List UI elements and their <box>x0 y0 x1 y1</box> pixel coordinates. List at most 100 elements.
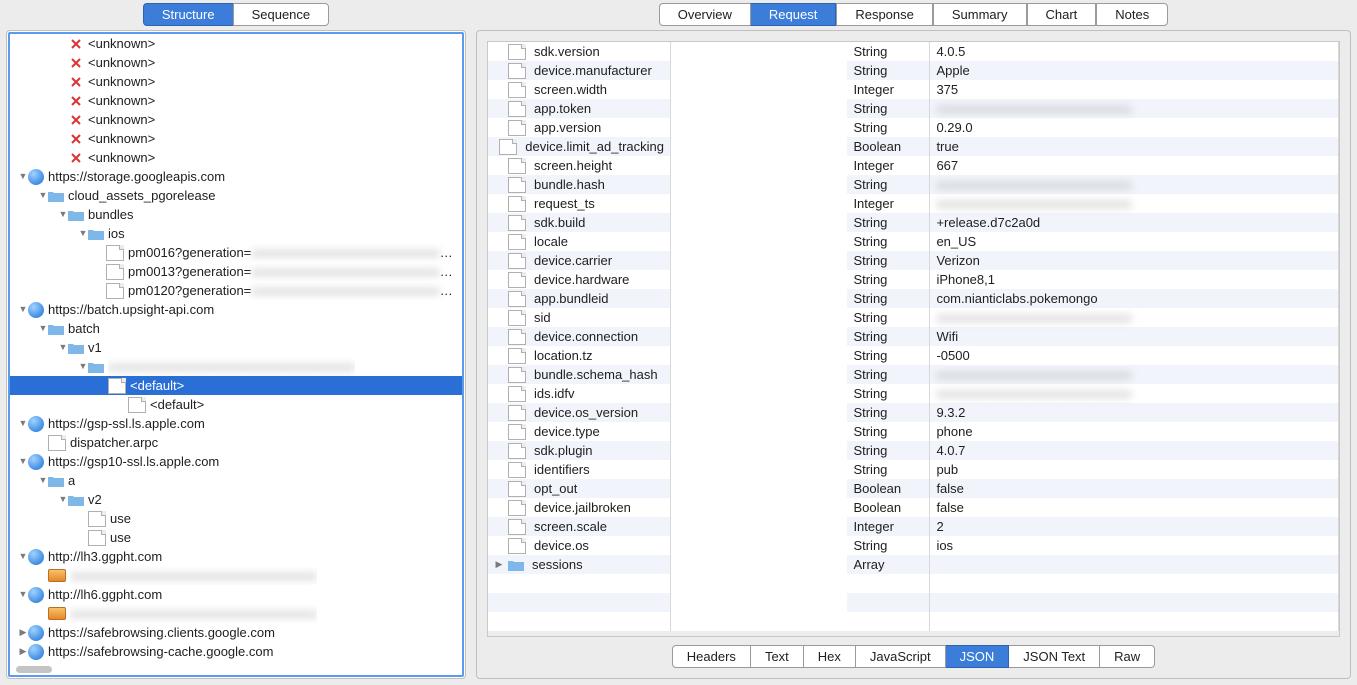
json-row[interactable]: device.jailbrokenBooleanfalse <box>488 498 1339 517</box>
json-row[interactable]: localeStringen_US <box>488 232 1339 251</box>
json-row[interactable]: bundle.hashStringxxxxxxxxxxxxxxxxxxxxxxx… <box>488 175 1339 194</box>
json-row[interactable]: ids.idfvStringxxxxxxxxxxxxxxxxxxxxxxxxxx… <box>488 384 1339 403</box>
tree-row[interactable]: v1 <box>10 338 462 357</box>
json-row[interactable]: device.carrierStringVerizon <box>488 251 1339 270</box>
json-row[interactable]: screen.heightInteger667 <box>488 156 1339 175</box>
tree-row[interactable]: xxxxxxxxxxxxxxxxxxxxxxxxxxxxxxxxxxxxxx <box>10 357 462 376</box>
disclosure-arrow-icon[interactable] <box>18 547 28 566</box>
disclosure-arrow-icon[interactable] <box>58 338 68 357</box>
tree-row[interactable]: xxxxxxxxxxxxxxxxxxxxxxxxxxxxxxxxxxxxxx <box>10 604 462 623</box>
json-row[interactable]: device.connectionStringWifi <box>488 327 1339 346</box>
tab-overview[interactable]: Overview <box>659 3 750 26</box>
json-row[interactable]: device.typeStringphone <box>488 422 1339 441</box>
tab-request[interactable]: Request <box>750 3 836 26</box>
tree-row[interactable]: a <box>10 471 462 490</box>
tree-row[interactable]: pm0120?generation=xxxxxxxxxxxxxxxxxxxxxx… <box>10 281 462 300</box>
tab-sequence[interactable]: Sequence <box>233 3 330 26</box>
tree-row[interactable]: <unknown> <box>10 72 462 91</box>
json-row[interactable]: identifiersStringpub <box>488 460 1339 479</box>
tab-structure[interactable]: Structure <box>143 3 233 26</box>
json-row[interactable]: opt_outBooleanfalse <box>488 479 1339 498</box>
disclosure-arrow-icon[interactable] <box>78 224 88 243</box>
json-row[interactable]: sdk.buildString+release.d7c2a0d <box>488 213 1339 232</box>
tree-row[interactable]: use <box>10 528 462 547</box>
json-table[interactable]: sdk.versionString4.0.5device.manufacture… <box>487 41 1340 637</box>
bottom-tab-text[interactable]: Text <box>751 645 804 668</box>
disclosure-arrow-icon[interactable] <box>18 585 28 604</box>
tree-row[interactable]: <unknown> <box>10 129 462 148</box>
bottom-tab-headers[interactable]: Headers <box>672 645 751 668</box>
tab-summary[interactable]: Summary <box>933 3 1027 26</box>
json-row[interactable]: sidStringxxxxxxxxxxxxxxxxxxxxxxxxxxxxxx <box>488 308 1339 327</box>
disclosure-arrow-icon[interactable] <box>78 357 88 376</box>
json-row[interactable]: request_tsIntegerxxxxxxxxxxxxxxxxxxxxxxx… <box>488 194 1339 213</box>
tab-response[interactable]: Response <box>836 3 933 26</box>
bottom-tab-hex[interactable]: Hex <box>804 645 856 668</box>
tree-row[interactable]: bundles <box>10 205 462 224</box>
tree-row[interactable]: <default> <box>10 395 462 414</box>
tab-chart[interactable]: Chart <box>1027 3 1097 26</box>
disclosure-arrow-icon[interactable] <box>18 414 28 433</box>
file-icon <box>508 272 526 288</box>
disclosure-arrow-icon[interactable] <box>18 452 28 471</box>
scrollbar-horizontal[interactable] <box>16 666 52 673</box>
json-row[interactable]: app.bundleidStringcom.nianticlabs.pokemo… <box>488 289 1339 308</box>
json-row[interactable]: device.os_versionString9.3.2 <box>488 403 1339 422</box>
json-row[interactable]: device.manufacturerStringApple <box>488 61 1339 80</box>
disclosure-arrow-icon[interactable] <box>58 205 68 224</box>
disclosure-arrow-icon[interactable] <box>18 300 28 319</box>
tree-row[interactable]: https://batch.upsight-api.com <box>10 300 462 319</box>
tree-row[interactable]: <default> <box>10 376 462 395</box>
tree-row[interactable]: cloud_assets_pgorelease <box>10 186 462 205</box>
json-row[interactable]: device.osStringios <box>488 536 1339 555</box>
tree-row[interactable]: batch <box>10 319 462 338</box>
disclosure-arrow-icon[interactable] <box>38 186 48 205</box>
tree-row[interactable]: <unknown> <box>10 34 462 53</box>
bottom-tab-json_text[interactable]: JSON Text <box>1009 645 1100 668</box>
tree-row[interactable]: <unknown> <box>10 91 462 110</box>
disclosure-arrow-icon[interactable] <box>38 471 48 490</box>
json-row[interactable]: screen.widthInteger375 <box>488 80 1339 99</box>
disclosure-arrow-icon <box>58 129 68 148</box>
tree-row[interactable]: v2 <box>10 490 462 509</box>
disclosure-arrow-icon[interactable] <box>18 167 28 186</box>
bottom-tab-json[interactable]: JSON <box>946 645 1010 668</box>
tree-row[interactable]: pm0013?generation=xxxxxxxxxxxxxxxxxxxxxx… <box>10 262 462 281</box>
tree-row[interactable]: https://safebrowsing-cache.google.com <box>10 642 462 661</box>
tree-row[interactable]: <unknown> <box>10 53 462 72</box>
tree-row[interactable]: https://safebrowsing.clients.google.com <box>10 623 462 642</box>
json-row[interactable]: app.versionString0.29.0 <box>488 118 1339 137</box>
json-row[interactable]: device.limit_ad_trackingBooleantrue <box>488 137 1339 156</box>
tree-row[interactable]: https://gsp10-ssl.ls.apple.com <box>10 452 462 471</box>
disclosure-arrow-icon[interactable] <box>18 623 28 642</box>
json-row[interactable]: screen.scaleInteger2 <box>488 517 1339 536</box>
json-row[interactable]: sdk.pluginString4.0.7 <box>488 441 1339 460</box>
json-row[interactable]: device.hardwareStringiPhone8,1 <box>488 270 1339 289</box>
tree-row-label: <unknown> <box>88 91 155 110</box>
disclosure-arrow-icon[interactable] <box>38 319 48 338</box>
tree-row[interactable]: http://lh6.ggpht.com <box>10 585 462 604</box>
disclosure-arrow-icon[interactable] <box>58 490 68 509</box>
bottom-tab-javascript[interactable]: JavaScript <box>856 645 946 668</box>
bottom-tab-raw[interactable]: Raw <box>1100 645 1155 668</box>
tab-notes[interactable]: Notes <box>1096 3 1168 26</box>
tree-row[interactable]: https://gsp-ssl.ls.apple.com <box>10 414 462 433</box>
tree-row[interactable]: pm0016?generation=xxxxxxxxxxxxxxxxxxxxxx… <box>10 243 462 262</box>
tree-row[interactable]: <unknown> <box>10 110 462 129</box>
tree-row[interactable]: http://lh3.ggpht.com <box>10 547 462 566</box>
tree-row[interactable]: ios <box>10 224 462 243</box>
disclosure-arrow-icon[interactable]: ▶ <box>494 559 504 570</box>
json-row[interactable]: bundle.schema_hashStringxxxxxxxxxxxxxxxx… <box>488 365 1339 384</box>
json-row[interactable]: ▶sessionsArray <box>488 555 1339 574</box>
tree-row[interactable]: use <box>10 509 462 528</box>
structure-tree[interactable]: <unknown> <unknown> <unknown> <unknown> … <box>8 32 464 677</box>
tree-row[interactable]: xxxxxxxxxxxxxxxxxxxxxxxxxxxxxxxxxxxxxx <box>10 566 462 585</box>
json-row[interactable]: location.tzString-0500 <box>488 346 1339 365</box>
json-row[interactable]: app.tokenStringxxxxxxxxxxxxxxxxxxxxxxxxx… <box>488 99 1339 118</box>
tree-row[interactable]: https://storage.googleapis.com <box>10 167 462 186</box>
tree-row[interactable]: dispatcher.arpc <box>10 433 462 452</box>
disclosure-arrow-icon[interactable] <box>18 642 28 661</box>
json-row[interactable]: sdk.versionString4.0.5 <box>488 42 1339 61</box>
error-icon <box>68 93 84 109</box>
tree-row[interactable]: <unknown> <box>10 148 462 167</box>
